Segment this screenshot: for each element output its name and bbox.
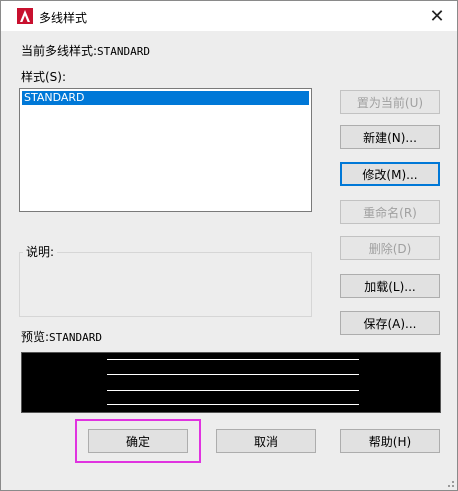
list-item[interactable]: STANDARD xyxy=(22,91,309,105)
preview-style-name: STANDARD xyxy=(49,331,103,344)
set-current-button[interactable]: 置为当前(U) xyxy=(340,90,440,114)
help-button[interactable]: 帮助(H) xyxy=(340,429,440,453)
preview-pane xyxy=(21,352,441,413)
current-style-value: STANDARD xyxy=(97,45,151,58)
resize-grip-icon[interactable] xyxy=(444,477,454,487)
close-icon: ✕ xyxy=(429,5,445,27)
load-button[interactable]: 加载(L)... xyxy=(340,274,440,298)
autocad-logo-icon xyxy=(17,8,33,24)
styles-listbox[interactable]: STANDARD xyxy=(19,88,312,212)
ok-button-highlight xyxy=(75,419,201,463)
rename-button[interactable]: 重命名(R) xyxy=(340,200,440,224)
current-style-line: 当前多线样式:STANDARD xyxy=(21,42,150,59)
multiline-style-dialog: 多线样式 ✕ 当前多线样式:STANDARD 样式(S): STANDARD 说… xyxy=(0,0,458,491)
new-button[interactable]: 新建(N)... xyxy=(340,125,440,149)
save-button[interactable]: 保存(A)... xyxy=(340,311,440,335)
close-button[interactable]: ✕ xyxy=(425,5,449,27)
dialog-title: 多线样式 xyxy=(39,11,88,25)
description-group xyxy=(19,252,312,317)
preview-line-4 xyxy=(107,404,359,405)
title-bar: 多线样式 ✕ xyxy=(1,1,457,31)
description-label: 说明: xyxy=(23,243,58,260)
delete-button[interactable]: 删除(D) xyxy=(340,236,440,260)
preview-label: 预览: xyxy=(21,330,50,344)
styles-list-label: 样式(S): xyxy=(21,70,67,84)
preview-line-3 xyxy=(107,390,359,391)
modify-button[interactable]: 修改(M)... xyxy=(340,162,440,186)
preview-line-1 xyxy=(107,359,359,360)
preview-line: 预览:STANDARD xyxy=(21,328,102,345)
preview-line-2 xyxy=(107,374,359,375)
cancel-button[interactable]: 取消 xyxy=(216,429,316,453)
current-style-label: 当前多线样式: xyxy=(21,44,98,58)
